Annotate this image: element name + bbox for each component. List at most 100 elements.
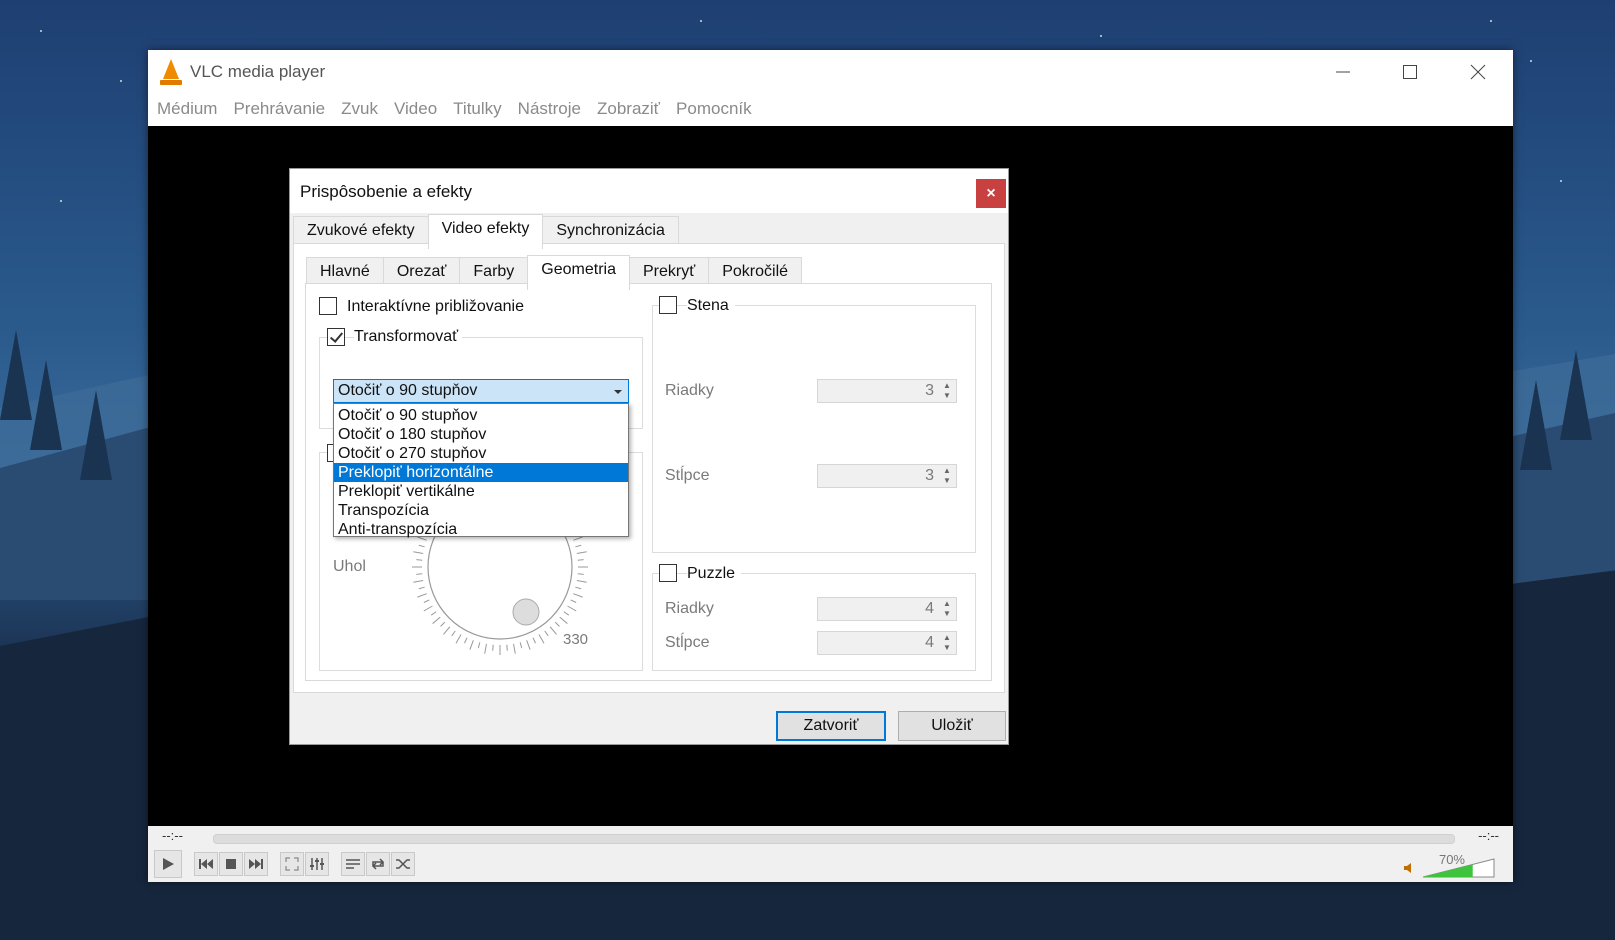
puzzle-checkbox[interactable] xyxy=(659,564,677,582)
subtab-geometry[interactable]: Geometria xyxy=(527,255,630,290)
close-icon xyxy=(1470,64,1486,80)
dial-tick xyxy=(563,611,570,616)
dial-tick xyxy=(544,630,549,637)
dial-tick xyxy=(519,642,523,649)
dial-tick xyxy=(416,573,423,575)
angle-label: Uhol xyxy=(333,558,366,575)
menu-media[interactable]: Médium xyxy=(157,99,217,119)
transform-label: Transformovať xyxy=(354,328,463,346)
close-window-button[interactable] xyxy=(1443,50,1513,94)
minimize-button[interactable] xyxy=(1308,50,1378,94)
menu-help[interactable]: Pomocník xyxy=(676,99,752,119)
fullscreen-icon xyxy=(285,857,299,871)
equalizer-icon xyxy=(310,858,324,870)
transform-checkbox[interactable] xyxy=(327,328,345,346)
dial-tick xyxy=(423,605,433,612)
dial-tick xyxy=(430,611,437,616)
time-total[interactable]: --:-- xyxy=(1478,828,1499,843)
maximize-icon xyxy=(1403,65,1417,79)
option-flip-vertical[interactable]: Preklopiť vertikálne xyxy=(334,482,628,501)
title-bar: VLC media player xyxy=(148,50,1513,94)
menu-video[interactable]: Video xyxy=(394,99,437,119)
dial-tick xyxy=(577,559,584,561)
previous-icon xyxy=(199,859,213,869)
wall-rows-value: 3 xyxy=(925,382,934,399)
interactive-zoom-label: Interaktívne približovanie xyxy=(347,298,524,315)
loop-icon xyxy=(371,858,385,870)
spin-arrows-icon[interactable]: ▲ ▼ xyxy=(940,466,954,486)
wall-rows-label: Riadky xyxy=(665,382,714,399)
close-button[interactable]: Zatvoriť xyxy=(776,711,886,741)
dial-tick xyxy=(418,586,425,590)
loop-button[interactable] xyxy=(366,852,390,876)
dial-tick xyxy=(554,621,560,627)
dial-tick xyxy=(570,599,577,603)
dial-tick xyxy=(464,637,468,644)
option-transpose[interactable]: Transpozícia xyxy=(334,501,628,520)
dial-tick xyxy=(417,593,427,598)
extended-settings-button[interactable] xyxy=(305,852,329,876)
wall-cols-spinbox[interactable]: 3 ▲ ▼ xyxy=(817,464,957,488)
dial-tick xyxy=(451,630,456,637)
spin-arrows-icon[interactable]: ▲ ▼ xyxy=(940,381,954,401)
time-elapsed[interactable]: --:-- xyxy=(162,828,183,843)
puzzle-rows-label: Riadky xyxy=(665,600,714,617)
dial-tick xyxy=(567,605,577,612)
maximize-button[interactable] xyxy=(1375,50,1445,94)
spin-arrows-icon[interactable]: ▲ ▼ xyxy=(940,633,954,653)
next-button[interactable] xyxy=(244,852,268,876)
shuffle-button[interactable] xyxy=(391,852,415,876)
dial-tick xyxy=(418,544,425,548)
volume-slider[interactable] xyxy=(1423,858,1495,878)
control-bar: --:-- --:-- 70% xyxy=(148,826,1513,882)
stop-icon xyxy=(226,859,236,869)
option-rotate-180[interactable]: Otočiť o 180 stupňov xyxy=(334,425,628,444)
option-rotate-90[interactable]: Otočiť o 90 stupňov xyxy=(334,406,628,425)
wall-rows-spinbox[interactable]: 3 ▲ ▼ xyxy=(817,379,957,403)
save-button[interactable]: Uložiť xyxy=(898,711,1006,741)
menu-bar: Médium Prehrávanie Zvuk Video Titulky Ná… xyxy=(148,94,1513,124)
dial-tick xyxy=(492,644,494,651)
playlist-button[interactable] xyxy=(341,852,365,876)
fullscreen-button[interactable] xyxy=(280,852,304,876)
menu-subtitles[interactable]: Titulky xyxy=(453,99,502,119)
angle-value: 330 xyxy=(563,631,589,648)
transform-type-select[interactable]: Otočiť o 90 stupňov xyxy=(333,379,629,403)
option-flip-horizontal[interactable]: Preklopiť horizontálne xyxy=(334,463,628,482)
puzzle-group xyxy=(652,573,976,671)
puzzle-cols-value: 4 xyxy=(925,634,934,651)
next-icon xyxy=(249,859,263,869)
minimize-icon xyxy=(1336,71,1350,73)
dial-tick xyxy=(477,642,481,649)
seek-slider[interactable] xyxy=(213,834,1455,844)
puzzle-cols-spinbox[interactable]: 4 ▲ ▼ xyxy=(817,631,957,655)
menu-view[interactable]: Zobraziť xyxy=(597,99,660,119)
dial-tick xyxy=(575,586,582,590)
speaker-icon[interactable] xyxy=(1403,862,1415,874)
menu-audio[interactable]: Zvuk xyxy=(341,99,378,119)
dialog-title: Prispôsobenie a efekty xyxy=(300,182,472,201)
interactive-zoom-checkbox[interactable] xyxy=(319,297,337,315)
play-button[interactable] xyxy=(154,850,182,878)
wall-checkbox[interactable] xyxy=(659,296,677,314)
previous-button[interactable] xyxy=(194,852,218,876)
option-rotate-270[interactable]: Otočiť o 270 stupňov xyxy=(334,444,628,463)
dial-tick xyxy=(440,621,446,627)
tab-video-effects[interactable]: Video efekty xyxy=(427,214,544,249)
puzzle-rows-spinbox[interactable]: 4 ▲ ▼ xyxy=(817,597,957,621)
puzzle-rows-value: 4 xyxy=(925,600,934,617)
spin-arrows-icon[interactable]: ▲ ▼ xyxy=(940,599,954,619)
stop-button[interactable] xyxy=(219,852,243,876)
dial-tick xyxy=(573,593,583,598)
dial-tick xyxy=(575,544,582,548)
option-anti-transpose[interactable]: Anti-transpozícia xyxy=(334,520,628,539)
dialog-close-button[interactable]: × xyxy=(976,179,1006,208)
dial-tick xyxy=(549,626,557,635)
puzzle-cols-label: Stĺpce xyxy=(665,634,710,651)
dial-tick xyxy=(559,616,568,624)
menu-tools[interactable]: Nástroje xyxy=(518,99,581,119)
dial-tick xyxy=(455,634,462,644)
menu-playback[interactable]: Prehrávanie xyxy=(233,99,325,119)
wall-group xyxy=(652,305,976,553)
dialog-title-bar: Prispôsobenie a efekty × xyxy=(290,169,1008,213)
